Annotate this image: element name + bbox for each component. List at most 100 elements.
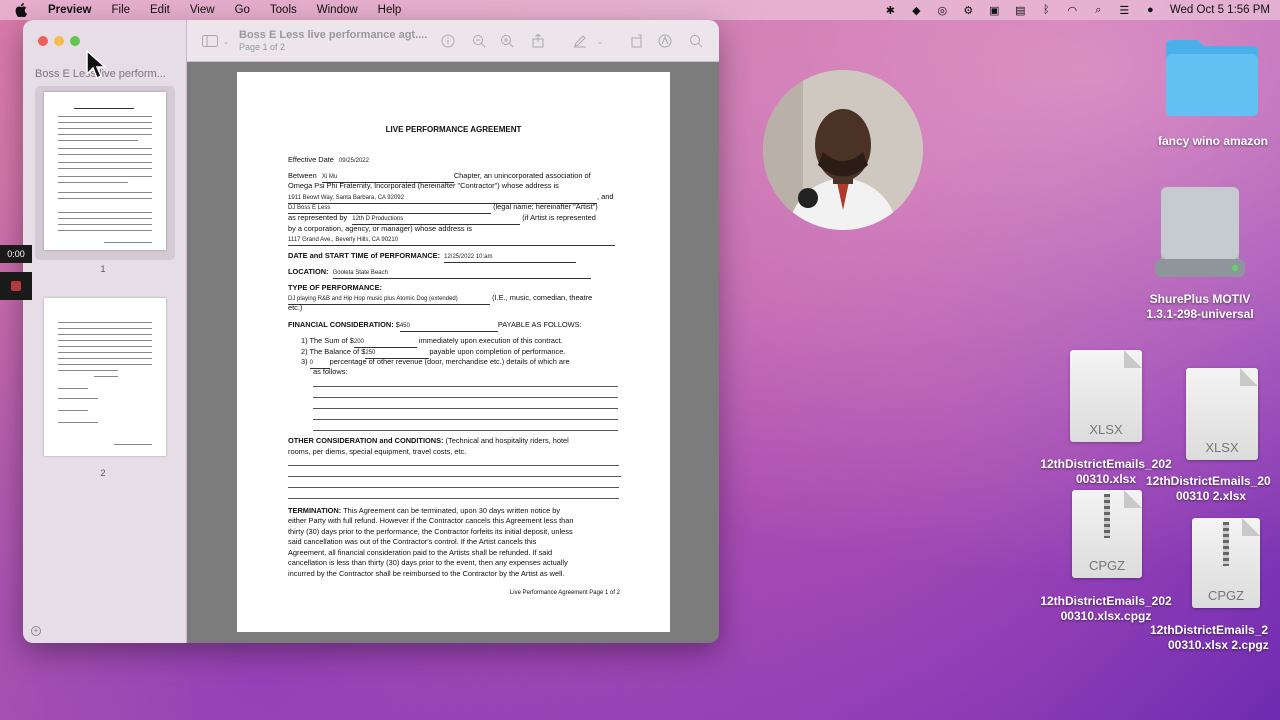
drive-icon[interactable] (1155, 185, 1245, 280)
zoom-in-icon[interactable] (498, 32, 516, 50)
cpgz-ext-label: CPGZ (1088, 558, 1126, 573)
fill-line[interactable] (313, 386, 618, 387)
annotate-icon[interactable] (656, 32, 674, 50)
menu-clock[interactable]: Wed Oct 5 1:56 PM (1170, 4, 1270, 16)
recording-timer: 0:00 (0, 245, 32, 263)
stop-recording-button[interactable] (0, 272, 32, 300)
page-thumbnail-2[interactable] (44, 298, 166, 456)
fill-line[interactable] (288, 498, 619, 499)
file3-label-line2[interactable]: 00310.xlsx.cpgz (1030, 609, 1182, 624)
effective-label: Effective Date (288, 155, 334, 164)
location-row: LOCATION: Gooleta State Beach (288, 267, 619, 280)
other-row-2: rooms, per diems, special equipment, tra… (288, 447, 467, 456)
control-center-icon[interactable]: ☰ (1118, 4, 1131, 17)
drive-label-line2[interactable]: 1.3.1-298-universal (1136, 307, 1264, 322)
folder-label[interactable]: fancy wino amazon (1150, 134, 1276, 149)
date-label: DATE and START TIME of PERFORMANCE: (288, 251, 441, 260)
item3-text: percentage of other revenue (door, merch… (329, 357, 570, 366)
markup-pen-icon[interactable] (571, 32, 589, 50)
file2-label-line1[interactable]: 12thDistrictEmails_20 (1146, 474, 1280, 489)
keyboard-icon[interactable]: ▤ (1014, 4, 1027, 17)
bluetooth-icon[interactable]: ᛒ (1040, 4, 1053, 17)
settings-icon[interactable]: ⚙ (962, 4, 975, 17)
fill-line[interactable] (288, 476, 621, 477)
termination-line: said cancellation was out of the Contrac… (288, 537, 537, 546)
page-footer: Live Performance Agreement Page 1 of 2 (509, 590, 620, 596)
rotate-icon[interactable] (628, 32, 646, 50)
location-label: LOCATION: (288, 267, 329, 276)
corp-row: by a corporation, agency, or manager) wh… (288, 224, 472, 233)
address2-field[interactable]: 1117 Grand Ave., Beverly Hills, CA 90210 (288, 235, 615, 247)
financial-row: FINANCIAL CONSIDERATION: $450 PAYABLE AS … (288, 320, 619, 333)
chevron-down-icon[interactable]: ⌄ (217, 32, 235, 50)
cpgz-archive-icon[interactable]: CPGZ (1072, 490, 1142, 578)
apple-icon[interactable] (14, 3, 28, 17)
siri-icon[interactable]: ● (1144, 4, 1157, 17)
document-page: LIVE PERFORMANCE AGREEMENT Effective Dat… (237, 72, 670, 632)
item1-label: 1) The Sum of $ (301, 336, 354, 345)
xlsx-file-icon[interactable]: XLSX (1186, 368, 1258, 460)
menu-help[interactable]: Help (368, 4, 412, 16)
file2-label-line2[interactable]: 00310 2.xlsx (1176, 489, 1276, 504)
file3-label-line1[interactable]: 12thDistrictEmails_202 (1030, 594, 1182, 609)
webcam-overlay (763, 70, 923, 230)
other-row: OTHER CONSIDERATION and CONDITIONS: (Tec… (288, 436, 619, 446)
doc-heading: LIVE PERFORMANCE AGREEMENT (385, 125, 522, 134)
menu-window[interactable]: Window (307, 4, 368, 16)
financial-label: FINANCIAL CONSIDERATION: (288, 320, 394, 329)
vpn-icon[interactable]: ◆ (910, 4, 923, 17)
fill-line[interactable] (288, 487, 619, 488)
item3-label: 3) (301, 357, 308, 366)
xlsx-file-icon[interactable]: XLSX (1070, 350, 1142, 442)
fill-line[interactable] (313, 419, 618, 420)
markup-chevron-icon[interactable]: ⌄ (591, 32, 609, 50)
menu-file[interactable]: File (101, 4, 140, 16)
date-row: DATE and START TIME of PERFORMANCE: 12/2… (288, 251, 619, 264)
drive-label-line1[interactable]: ShurePlus MOTIV (1136, 292, 1264, 307)
fill-line[interactable] (288, 465, 619, 466)
menu-tools[interactable]: Tools (260, 4, 307, 16)
gear-status-icon[interactable]: ✱ (884, 4, 897, 17)
add-page-icon[interactable]: + (31, 626, 41, 636)
dropbox-icon[interactable]: ▣ (988, 4, 1001, 17)
document-page-count: Page 1 of 2 (239, 42, 286, 52)
represented-label: as represented by (288, 213, 348, 222)
cpgz-archive-icon[interactable]: CPGZ (1192, 518, 1260, 608)
menu-app-preview[interactable]: Preview (38, 4, 101, 16)
info-icon[interactable] (439, 32, 457, 50)
omega-row: Omega Psi Phi Fraternity, Incorporated (… (288, 181, 559, 190)
search-icon[interactable]: ⌕ (1092, 4, 1105, 17)
financial-field[interactable]: 450 (399, 321, 498, 333)
page-thumbnail-1[interactable] (44, 92, 166, 250)
menu-view[interactable]: View (180, 4, 225, 16)
xlsx-ext-label: XLSX (1205, 440, 1239, 455)
file1-label-line1[interactable]: 12thDistrictEmails_202 (1030, 457, 1182, 472)
other-text: (Technical and hospitality riders, hotel (445, 436, 569, 445)
item2-text: payable upon completion of performance. (429, 347, 566, 356)
xlsx-ext-label: XLSX (1089, 422, 1123, 437)
wifi-icon[interactable]: ◠ (1066, 4, 1079, 17)
between-label: Between (288, 171, 317, 180)
fill-line[interactable] (313, 408, 618, 409)
zoom-button[interactable] (70, 36, 80, 46)
and-text: , and (597, 192, 614, 201)
menu-edit[interactable]: Edit (140, 4, 180, 16)
menu-go[interactable]: Go (225, 4, 260, 16)
share-icon[interactable] (529, 32, 547, 50)
mouse-cursor-icon (86, 49, 107, 85)
toolbar: ⌄ Boss E Less live performance agt.... P… (187, 20, 719, 62)
fill-line[interactable] (313, 397, 618, 398)
thumbnail-sidebar: Boss E Less live perform... 1 2 + (23, 20, 187, 643)
fill-line[interactable] (313, 430, 618, 431)
zoom-out-icon[interactable] (470, 32, 488, 50)
date-field[interactable]: 12/25/2022 10:am (444, 252, 577, 264)
effective-value[interactable]: 09/25/2022 (339, 158, 369, 164)
desktop-folder[interactable] (1164, 36, 1260, 118)
file4-label-line1[interactable]: 12thDistrictEmails_2 (1150, 623, 1280, 638)
minimize-button[interactable] (54, 36, 64, 46)
location-field[interactable]: Gooleta State Beach (332, 268, 591, 280)
close-button[interactable] (38, 36, 48, 46)
search-icon[interactable] (687, 32, 705, 50)
creative-cloud-icon[interactable]: ◎ (936, 4, 949, 17)
file4-label-line2[interactable]: 00310.xlsx 2.cpgz (1168, 638, 1280, 653)
